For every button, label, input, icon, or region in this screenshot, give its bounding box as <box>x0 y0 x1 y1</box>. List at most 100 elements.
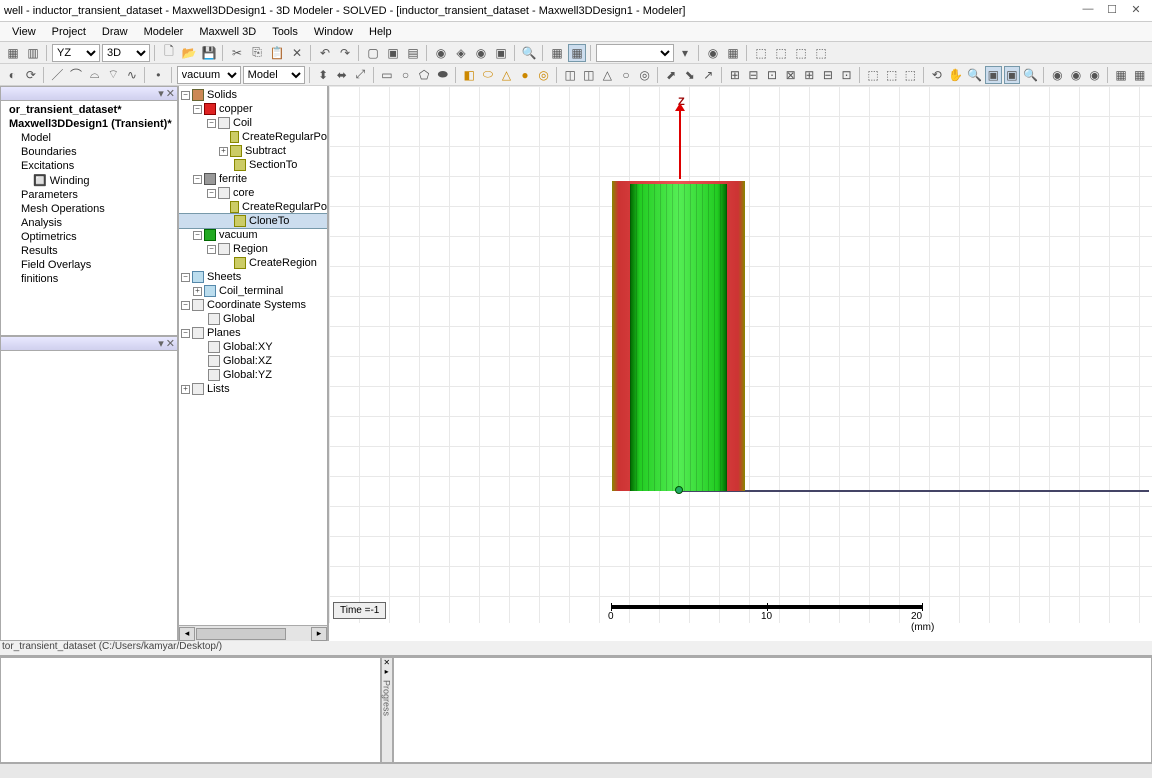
tool-icon[interactable]: ⟳ <box>23 66 40 84</box>
scroll-right[interactable]: ▸ <box>311 627 327 641</box>
torus-icon[interactable]: ◎ <box>535 66 552 84</box>
tool-icon[interactable]: ◉ <box>1086 66 1103 84</box>
save-icon[interactable]: 💾 <box>200 44 218 62</box>
spline-icon[interactable]: ∿ <box>124 66 141 84</box>
tool-icon[interactable]: ▦ <box>724 44 742 62</box>
tool-icon[interactable]: ◉ <box>1049 66 1066 84</box>
tree-op[interactable]: SectionTo <box>179 158 327 172</box>
tool-icon[interactable]: ⬚ <box>883 66 900 84</box>
cylinder-icon[interactable]: ⬭ <box>480 66 497 84</box>
tool-icon[interactable]: ⊠ <box>782 66 799 84</box>
tree-plane[interactable]: Global:XZ <box>179 354 327 368</box>
menu-window[interactable]: Window <box>306 26 361 38</box>
tree-op-selected[interactable]: CloneTo <box>179 214 327 228</box>
tool-icon[interactable]: ⬚ <box>792 44 810 62</box>
arc-icon[interactable]: ⌒ <box>68 66 85 84</box>
cone-icon[interactable]: △ <box>498 66 515 84</box>
box-icon[interactable]: ◧ <box>461 66 478 84</box>
tool-icon[interactable]: ⬚ <box>772 44 790 62</box>
proj-item[interactable]: Boundaries <box>5 145 173 159</box>
project-root[interactable]: or_transient_dataset* <box>5 103 173 117</box>
pin-icon[interactable]: ▸ <box>385 667 389 676</box>
proj-item[interactable]: Results <box>5 244 173 258</box>
tree-planes[interactable]: −Planes <box>179 326 327 340</box>
tree-coil[interactable]: −Coil <box>179 116 327 130</box>
tool-icon[interactable]: ▢ <box>364 44 382 62</box>
menu-view[interactable]: View <box>4 26 44 38</box>
zoom-icon[interactable]: 🔍 <box>966 66 983 84</box>
tool-icon[interactable]: ▣ <box>492 44 510 62</box>
combo[interactable] <box>596 44 674 62</box>
proj-item[interactable]: finitions <box>5 272 173 286</box>
close-button[interactable]: ✕ <box>1124 3 1148 19</box>
tool-icon[interactable]: ↗ <box>700 66 717 84</box>
tool-icon[interactable]: 🔍 <box>520 44 538 62</box>
tool-icon[interactable]: ⊟ <box>745 66 762 84</box>
menu-draw[interactable]: Draw <box>94 26 136 38</box>
rect-icon[interactable]: ▭ <box>379 66 396 84</box>
dropdown-icon[interactable]: ▾ <box>676 44 694 62</box>
tool-icon[interactable]: ⬈ <box>663 66 680 84</box>
tree-sheets[interactable]: −Sheets <box>179 270 327 284</box>
proj-item[interactable]: Mesh Operations <box>5 202 173 216</box>
3d-viewport[interactable]: Z Time =-1 0 10 20 (mm) <box>328 86 1152 641</box>
point-icon[interactable]: • <box>150 66 167 84</box>
rotate-icon[interactable]: ⟲ <box>928 66 945 84</box>
tree-lists[interactable]: +Lists <box>179 382 327 396</box>
proj-item[interactable]: Optimetrics <box>5 230 173 244</box>
tool-icon[interactable]: ▦ <box>4 44 22 62</box>
proj-item[interactable]: Field Overlays <box>5 258 173 272</box>
menu-project[interactable]: Project <box>44 26 94 38</box>
tool-icon[interactable]: ▣ <box>384 44 402 62</box>
minimize-button[interactable]: — <box>1076 3 1100 19</box>
fit-icon[interactable]: ▣ <box>1004 66 1021 84</box>
proj-item-winding[interactable]: 🔲 Winding <box>5 173 173 188</box>
pin-icon[interactable]: ▾ <box>158 337 164 350</box>
tool-icon[interactable]: ⊞ <box>801 66 818 84</box>
tool-icon[interactable]: ⤢ <box>352 66 369 84</box>
tool-icon[interactable]: ⬊ <box>681 66 698 84</box>
menu-modeler[interactable]: Modeler <box>136 26 192 38</box>
circle-icon[interactable]: ○ <box>397 66 414 84</box>
poly-icon[interactable]: ⬠ <box>416 66 433 84</box>
proj-item[interactable]: Parameters <box>5 188 173 202</box>
tool-icon[interactable]: ▦ <box>1131 66 1148 84</box>
close-panel-icon[interactable]: ✕ <box>166 87 175 100</box>
tool-icon[interactable]: ⬚ <box>902 66 919 84</box>
tool-icon[interactable]: ◉ <box>472 44 490 62</box>
tool-icon[interactable]: ◐ <box>4 66 21 84</box>
proj-item[interactable]: Excitations <box>5 159 173 173</box>
tree-coilterm[interactable]: +Coil_terminal <box>179 284 327 298</box>
tool-icon[interactable]: ⬚ <box>865 66 882 84</box>
tree-copper[interactable]: −copper <box>179 102 327 116</box>
tree-plane[interactable]: Global:XY <box>179 340 327 354</box>
tool-icon[interactable]: ▦ <box>548 44 566 62</box>
tree-ferrite[interactable]: −ferrite <box>179 172 327 186</box>
arc-icon[interactable]: ⌓ <box>86 66 103 84</box>
tool-icon[interactable]: ▦ <box>1113 66 1130 84</box>
arc-icon[interactable]: ⌔ <box>105 66 122 84</box>
tree-op[interactable]: CreateRegularPo <box>179 200 327 214</box>
menu-maxwell3d[interactable]: Maxwell 3D <box>191 26 264 38</box>
tool-icon[interactable]: ◉ <box>704 44 722 62</box>
tree-vacuum[interactable]: −vacuum <box>179 228 327 242</box>
pin-icon[interactable]: ▾ <box>158 87 164 100</box>
pan-icon[interactable]: ✋ <box>947 66 964 84</box>
tool-icon[interactable]: ⊞ <box>727 66 744 84</box>
open-icon[interactable]: 📂 <box>180 44 198 62</box>
tool-icon[interactable]: ⊡ <box>838 66 855 84</box>
maximize-button[interactable]: ☐ <box>1100 3 1124 19</box>
model-geometry[interactable] <box>612 181 745 491</box>
paste-icon[interactable]: 📋 <box>268 44 286 62</box>
menu-tools[interactable]: Tools <box>264 26 306 38</box>
tool-icon[interactable]: ⬌ <box>333 66 350 84</box>
redo-icon[interactable]: ↷ <box>336 44 354 62</box>
tool-icon[interactable]: ⊡ <box>764 66 781 84</box>
tool-icon[interactable]: ◈ <box>452 44 470 62</box>
message-pane[interactable] <box>0 657 381 763</box>
proj-item[interactable]: Analysis <box>5 216 173 230</box>
zoom-icon[interactable]: 🔍 <box>1022 66 1039 84</box>
line-icon[interactable]: ／ <box>49 66 66 84</box>
tree-op[interactable]: +Subtract <box>179 144 327 158</box>
tool-icon[interactable]: ◉ <box>432 44 450 62</box>
